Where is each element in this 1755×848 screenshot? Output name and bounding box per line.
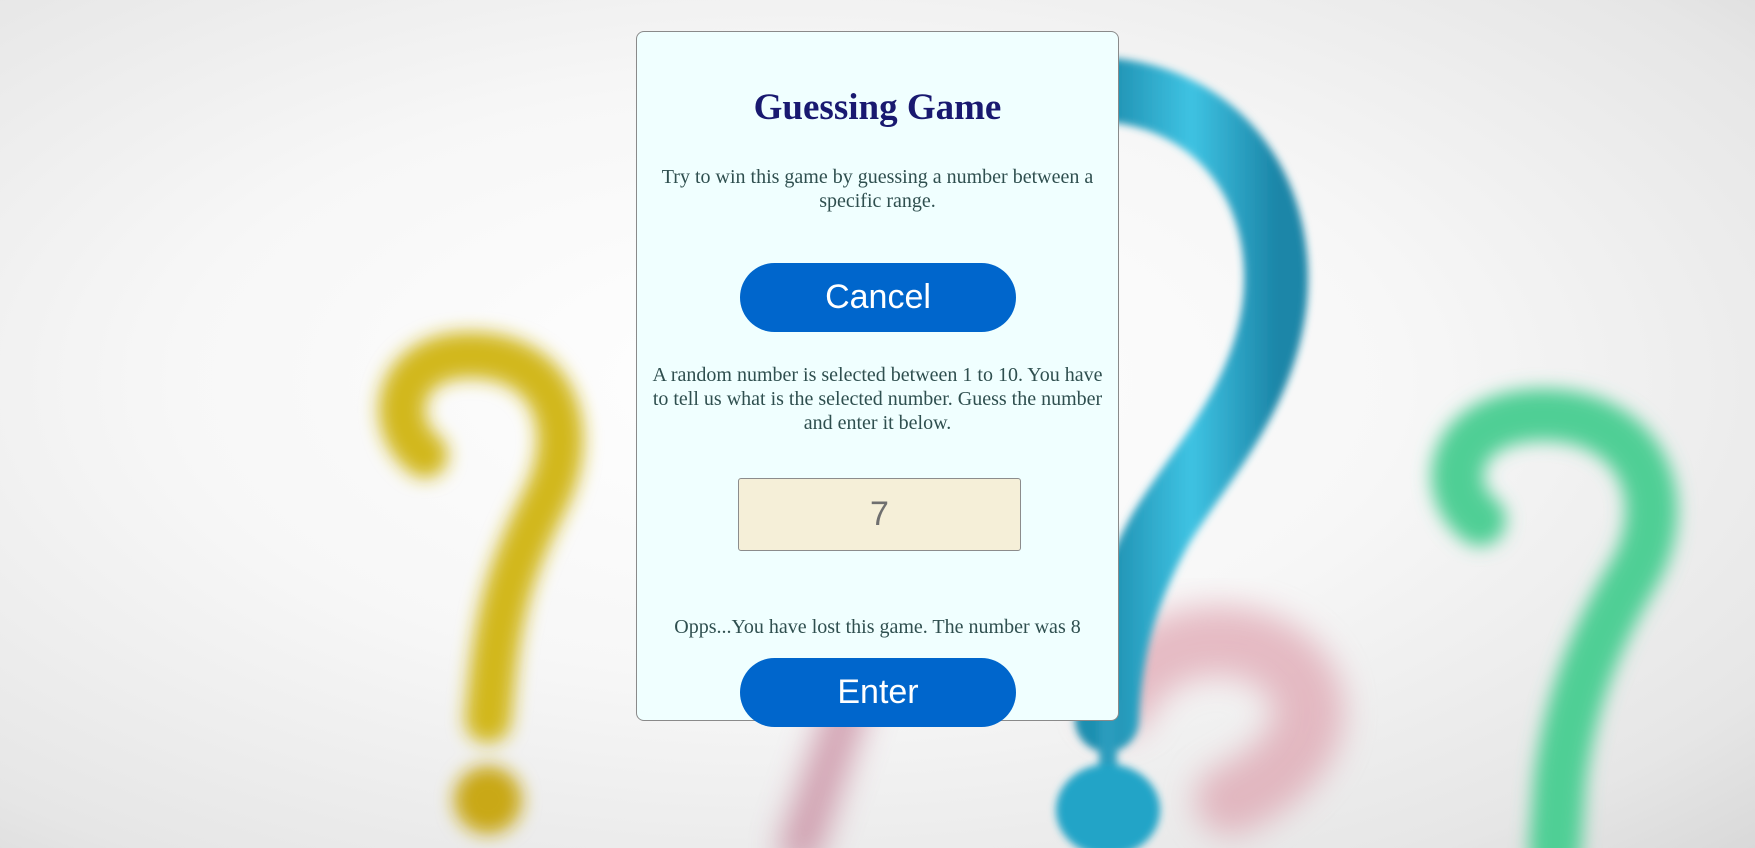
result-message: Opps...You have lost this game. The numb… xyxy=(674,616,1081,638)
guess-input[interactable] xyxy=(738,478,1021,551)
intro-text: Try to win this game by guessing a numbe… xyxy=(661,166,1094,212)
cancel-button[interactable]: Cancel xyxy=(740,263,1016,332)
game-card: Guessing Game Try to win this game by gu… xyxy=(636,31,1119,727)
page-title: Guessing Game xyxy=(753,87,1002,128)
green-question-mark-icon xyxy=(1431,388,1678,848)
instructions-text: A random number is selected between 1 to… xyxy=(652,364,1103,434)
enter-button[interactable]: Enter xyxy=(740,658,1016,727)
yellow-question-mark-icon xyxy=(378,331,584,834)
